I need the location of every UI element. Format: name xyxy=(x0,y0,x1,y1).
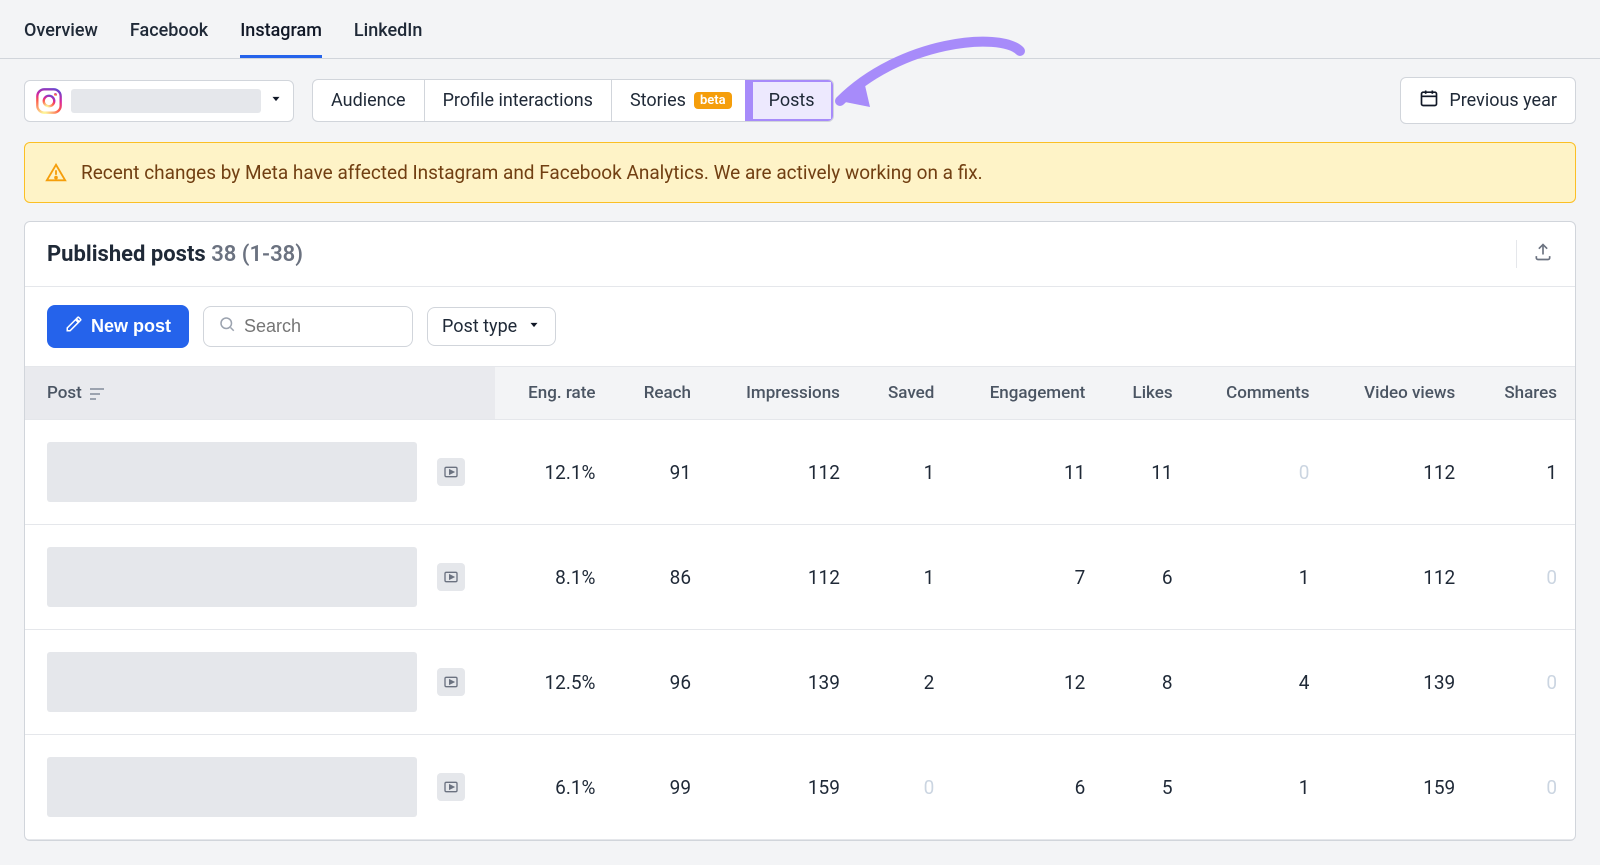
table-row[interactable]: 12.5%96139212841390 xyxy=(25,630,1575,735)
cell-engagement: 11 xyxy=(952,420,1103,525)
cell-eng-rate: 12.5% xyxy=(495,630,613,735)
cell-eng-rate: 6.1% xyxy=(495,735,613,840)
export-icon[interactable] xyxy=(1533,242,1553,267)
edit-icon xyxy=(65,315,83,338)
col-video-views[interactable]: Video views xyxy=(1327,367,1473,420)
published-posts-card: Published posts 38 (1-38) New post Post … xyxy=(24,221,1576,841)
cell-saved: 0 xyxy=(858,735,952,840)
warning-text: Recent changes by Meta have affected Ins… xyxy=(81,161,983,184)
cell-impressions: 112 xyxy=(709,420,858,525)
col-engagement[interactable]: Engagement xyxy=(952,367,1103,420)
video-icon xyxy=(437,563,465,591)
cell-likes: 5 xyxy=(1103,735,1190,840)
video-icon xyxy=(437,668,465,696)
new-post-label: New post xyxy=(91,316,171,337)
controls-row: Audience Profile interactions Stories be… xyxy=(0,59,1600,142)
cell-eng-rate: 12.1% xyxy=(495,420,613,525)
tab-linkedin[interactable]: LinkedIn xyxy=(354,10,422,58)
cell-saved: 2 xyxy=(858,630,952,735)
video-icon xyxy=(437,458,465,486)
post-thumbnail xyxy=(47,757,417,817)
subnav-stories[interactable]: Stories beta xyxy=(612,80,751,121)
table-row[interactable]: 8.1%8611217611120 xyxy=(25,525,1575,630)
network-tabs: Overview Facebook Instagram LinkedIn xyxy=(0,0,1600,59)
subnav-profile-interactions[interactable]: Profile interactions xyxy=(425,80,612,121)
cell-comments: 1 xyxy=(1191,735,1328,840)
cell-likes: 8 xyxy=(1103,630,1190,735)
card-actions: New post Post type xyxy=(25,287,1575,366)
cell-engagement: 7 xyxy=(952,525,1103,630)
col-comments[interactable]: Comments xyxy=(1191,367,1328,420)
posts-table: Post Eng. rate Reach Impressions Saved E… xyxy=(25,366,1575,840)
col-likes[interactable]: Likes xyxy=(1103,367,1190,420)
cell-reach: 96 xyxy=(613,630,709,735)
profile-dropdown[interactable] xyxy=(24,80,294,122)
cell-impressions: 139 xyxy=(709,630,858,735)
cell-comments: 4 xyxy=(1191,630,1328,735)
cell-video-views: 112 xyxy=(1327,525,1473,630)
date-range-button[interactable]: Previous year xyxy=(1400,77,1576,124)
cell-comments: 0 xyxy=(1191,420,1328,525)
cell-video-views: 139 xyxy=(1327,630,1473,735)
col-post[interactable]: Post xyxy=(25,367,495,420)
calendar-icon xyxy=(1419,88,1439,113)
cell-shares: 1 xyxy=(1473,420,1575,525)
divider xyxy=(1516,240,1517,268)
table-row[interactable]: 12.1%911121111101121 xyxy=(25,420,1575,525)
section-subnav: Audience Profile interactions Stories be… xyxy=(312,79,834,122)
post-thumbnail xyxy=(47,652,417,712)
sort-icon xyxy=(90,386,106,402)
cell-shares: 0 xyxy=(1473,525,1575,630)
tab-instagram[interactable]: Instagram xyxy=(240,10,322,58)
post-type-label: Post type xyxy=(442,316,517,337)
cell-reach: 91 xyxy=(613,420,709,525)
card-header: Published posts 38 (1-38) xyxy=(25,222,1575,287)
cell-likes: 6 xyxy=(1103,525,1190,630)
cell-shares: 0 xyxy=(1473,630,1575,735)
cell-shares: 0 xyxy=(1473,735,1575,840)
cell-engagement: 6 xyxy=(952,735,1103,840)
card-title: Published posts 38 (1-38) xyxy=(47,242,303,267)
subnav-posts[interactable]: Posts xyxy=(751,80,833,121)
cell-eng-rate: 8.1% xyxy=(495,525,613,630)
cell-saved: 1 xyxy=(858,525,952,630)
profile-name-placeholder xyxy=(71,89,261,113)
table-row[interactable]: 6.1%9915906511590 xyxy=(25,735,1575,840)
col-reach[interactable]: Reach xyxy=(613,367,709,420)
cell-engagement: 12 xyxy=(952,630,1103,735)
new-post-button[interactable]: New post xyxy=(47,305,189,348)
instagram-icon xyxy=(35,87,63,115)
cell-video-views: 112 xyxy=(1327,420,1473,525)
chevron-down-icon xyxy=(269,90,283,111)
post-type-select[interactable]: Post type xyxy=(427,307,556,346)
col-shares[interactable]: Shares xyxy=(1473,367,1575,420)
search-input-wrapper[interactable] xyxy=(203,306,413,347)
warning-banner: Recent changes by Meta have affected Ins… xyxy=(24,142,1576,203)
cell-comments: 1 xyxy=(1191,525,1328,630)
warning-icon xyxy=(45,162,67,184)
tab-overview[interactable]: Overview xyxy=(24,10,98,58)
date-range-label: Previous year xyxy=(1449,90,1557,111)
tab-facebook[interactable]: Facebook xyxy=(130,10,208,58)
cell-likes: 11 xyxy=(1103,420,1190,525)
cell-video-views: 159 xyxy=(1327,735,1473,840)
subnav-audience[interactable]: Audience xyxy=(313,80,425,121)
beta-badge: beta xyxy=(694,92,732,109)
post-thumbnail xyxy=(47,442,417,502)
cell-reach: 86 xyxy=(613,525,709,630)
col-saved[interactable]: Saved xyxy=(858,367,952,420)
search-icon xyxy=(218,315,236,338)
col-impressions[interactable]: Impressions xyxy=(709,367,858,420)
col-eng-rate[interactable]: Eng. rate xyxy=(495,367,613,420)
cell-impressions: 159 xyxy=(709,735,858,840)
chevron-down-icon xyxy=(527,316,541,337)
post-thumbnail xyxy=(47,547,417,607)
video-icon xyxy=(437,773,465,801)
cell-reach: 99 xyxy=(613,735,709,840)
cell-impressions: 112 xyxy=(709,525,858,630)
cell-saved: 1 xyxy=(858,420,952,525)
